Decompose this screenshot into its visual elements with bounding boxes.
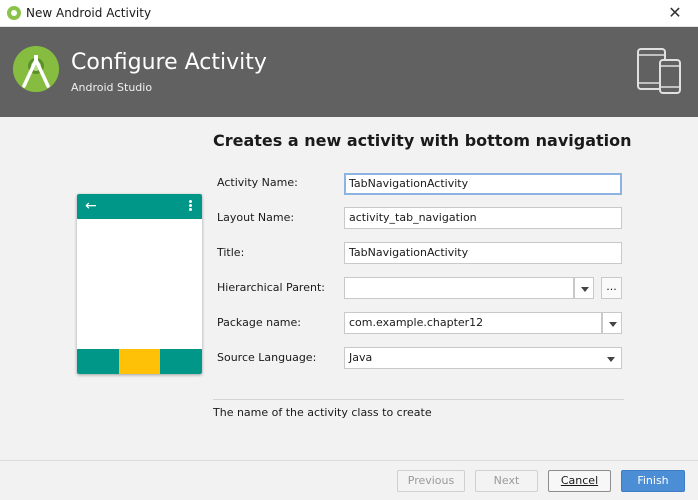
page-title: Configure Activity bbox=[71, 50, 267, 75]
hierarchical-parent-input[interactable] bbox=[344, 277, 574, 299]
devices-icon bbox=[635, 46, 685, 96]
package-name-dropdown-icon[interactable] bbox=[602, 312, 622, 334]
template-heading: Creates a new activity with bottom navig… bbox=[213, 131, 632, 150]
activity-name-label: Activity Name: bbox=[217, 176, 298, 189]
page-subtitle: Android Studio bbox=[71, 81, 153, 94]
preview-active-tab bbox=[119, 349, 160, 374]
close-icon[interactable]: ✕ bbox=[660, 2, 690, 24]
finish-button[interactable]: Finish bbox=[621, 470, 685, 492]
activity-preview: ← bbox=[77, 194, 202, 374]
hierarchical-parent-label: Hierarchical Parent: bbox=[217, 281, 325, 294]
header-banner: Configure Activity Android Studio bbox=[0, 27, 698, 117]
field-hint: The name of the activity class to create bbox=[213, 406, 432, 419]
package-name-label: Package name: bbox=[217, 316, 301, 329]
android-studio-logo-icon bbox=[13, 46, 59, 92]
hierarchical-parent-dropdown-icon[interactable] bbox=[574, 277, 594, 299]
cancel-button-label: Cancel bbox=[560, 474, 599, 487]
source-language-dropdown-icon[interactable] bbox=[601, 348, 621, 368]
previous-button[interactable]: Previous bbox=[397, 470, 465, 492]
cancel-button[interactable]: Cancel bbox=[548, 470, 611, 492]
title-input[interactable]: TabNavigationActivity bbox=[344, 242, 622, 264]
source-language-label: Source Language: bbox=[217, 351, 317, 364]
window-titlebar: New Android Activity ✕ bbox=[0, 0, 698, 27]
layout-name-input[interactable]: activity_tab_navigation bbox=[344, 207, 622, 229]
source-language-select[interactable]: Java bbox=[344, 347, 622, 369]
next-button[interactable]: Next bbox=[475, 470, 538, 492]
hint-divider bbox=[213, 399, 624, 400]
window-title: New Android Activity bbox=[26, 6, 152, 20]
dialog-footer: Previous Next Cancel Finish bbox=[0, 460, 698, 500]
preview-bottom-navigation bbox=[77, 349, 202, 374]
browse-parent-button[interactable]: ... bbox=[601, 277, 622, 299]
preview-app-bar: ← bbox=[77, 194, 202, 219]
package-name-input[interactable]: com.example.chapter12 bbox=[344, 312, 602, 334]
overflow-menu-icon bbox=[187, 199, 193, 213]
activity-name-input[interactable]: TabNavigationActivity bbox=[344, 173, 622, 195]
back-arrow-icon: ← bbox=[85, 198, 97, 214]
android-studio-icon bbox=[7, 6, 21, 20]
title-label: Title: bbox=[217, 246, 245, 259]
layout-name-label: Layout Name: bbox=[217, 211, 295, 224]
